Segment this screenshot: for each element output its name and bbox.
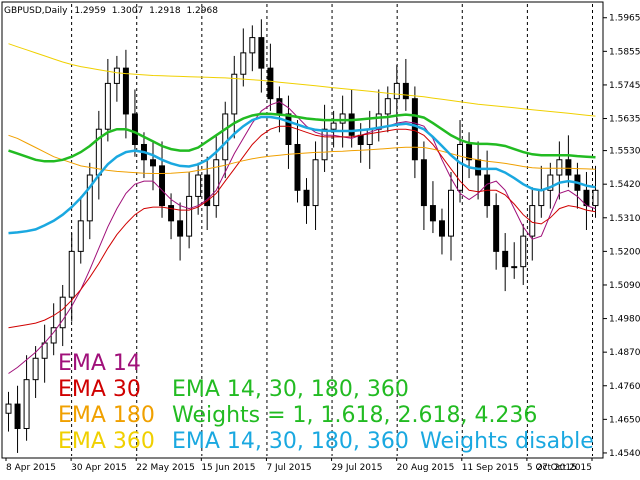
y-tick-label: 1.4650 [609, 415, 640, 425]
candle-body [520, 235, 527, 268]
x-tick-label: 22 May 2015 [136, 463, 195, 473]
y-tick-label: 1.4870 [609, 348, 640, 358]
candle-body [438, 220, 445, 237]
candle-body [339, 113, 346, 124]
legend-ema360: EMA 360 [58, 429, 155, 454]
candle-body [150, 159, 156, 167]
legend-plain-title: EMA 14, 30, 180, 360 [172, 429, 409, 454]
x-tick-label: 20 Aug 2015 [397, 463, 455, 473]
candle-body [77, 220, 84, 252]
low-value: 1.2918 [149, 6, 181, 16]
candle-body [357, 134, 364, 145]
candle-body [104, 82, 111, 130]
candle-body [122, 67, 129, 115]
candle-body [312, 159, 319, 207]
candle-body [448, 189, 454, 237]
candle-body [330, 122, 337, 130]
x-tick-label: 30 Apr 2015 [71, 463, 127, 473]
candle-body [303, 189, 310, 207]
candle-body [402, 82, 409, 100]
legend-weights-disable: Weights disable [420, 429, 594, 454]
candle-body [113, 67, 120, 84]
x-tick-label: 11 Sep 2015 [462, 463, 519, 473]
candle-body [68, 250, 75, 298]
price-chart[interactable]: 1.5965 1.5855 1.5745 1.5635 1.5530 1.5420 1.53… [0, 0, 640, 480]
x-tick-label: 15 Jun 2015 [201, 463, 255, 473]
candle-body [258, 37, 265, 69]
x-tick-label: 8 Apr 2015 [6, 463, 56, 473]
candle-body [321, 128, 328, 161]
candle-body [420, 159, 427, 207]
candle-body [231, 73, 238, 115]
candle-body [177, 220, 184, 237]
legend-ema14: EMA 14 [58, 351, 141, 376]
y-tick-label: 1.5855 [609, 47, 640, 57]
y-tick-label: 1.5965 [609, 14, 640, 24]
candle-body [538, 189, 545, 207]
open-value: 1.2959 [74, 6, 106, 16]
y-tick-label: 1.5420 [609, 180, 640, 190]
legend-weighted-weights: Weights = 1, 1.618, 2.618, 4.236 [172, 403, 537, 428]
candle-body [23, 379, 30, 430]
candle-body [186, 195, 193, 237]
y-tick-label: 1.5200 [609, 247, 640, 257]
legend-ema180: EMA 180 [58, 403, 155, 428]
candle-body [556, 159, 563, 176]
candle-body [384, 98, 391, 115]
candle-body [502, 250, 509, 268]
candle-body [429, 205, 436, 222]
symbol-label: GBPUSD,Daily [4, 6, 68, 16]
candle-body [131, 113, 138, 145]
y-tick-label: 1.4980 [609, 315, 640, 325]
high-value: 1.3007 [112, 6, 144, 16]
candle-body [592, 189, 599, 207]
candle-body [240, 52, 247, 75]
candle-body [511, 266, 518, 269]
y-tick-label: 1.5310 [609, 214, 640, 224]
candle-body [285, 113, 292, 145]
candle-body [294, 143, 301, 191]
y-tick-label: 1.5745 [609, 81, 640, 91]
close-value: 1.2968 [186, 6, 218, 16]
candle-body [159, 165, 166, 207]
y-tick-label: 1.5090 [609, 281, 640, 291]
candle-body [195, 174, 202, 197]
x-tick-label: 7 Jul 2015 [266, 463, 311, 473]
x-tick-label: 29 Jul 2015 [332, 463, 383, 473]
y-tick-label: 1.5530 [609, 147, 640, 157]
y-tick-label: 1.4540 [609, 449, 640, 459]
candle-body [14, 403, 21, 430]
legend-weighted-title: EMA 14, 30, 180, 360 [172, 377, 409, 402]
candle-body [493, 205, 500, 252]
candle-body [393, 82, 400, 100]
candle-body [86, 174, 93, 222]
y-tick-label: 1.5635 [609, 115, 640, 125]
candle-body [5, 403, 12, 414]
candle-body [411, 98, 418, 161]
candle-body [249, 37, 256, 54]
x-tick-label: 27 Oct 2015 [536, 463, 592, 473]
legend-ema30: EMA 30 [58, 377, 141, 402]
y-tick-label: 1.4760 [609, 382, 640, 392]
candle-body [565, 159, 572, 176]
candle-body [267, 67, 274, 100]
candle-body [222, 113, 229, 161]
candle-body [276, 98, 283, 115]
chart-header: GBPUSD,Daily 1.2959 1.3007 1.2918 1.2968 [4, 6, 218, 16]
candle-body [32, 357, 39, 381]
